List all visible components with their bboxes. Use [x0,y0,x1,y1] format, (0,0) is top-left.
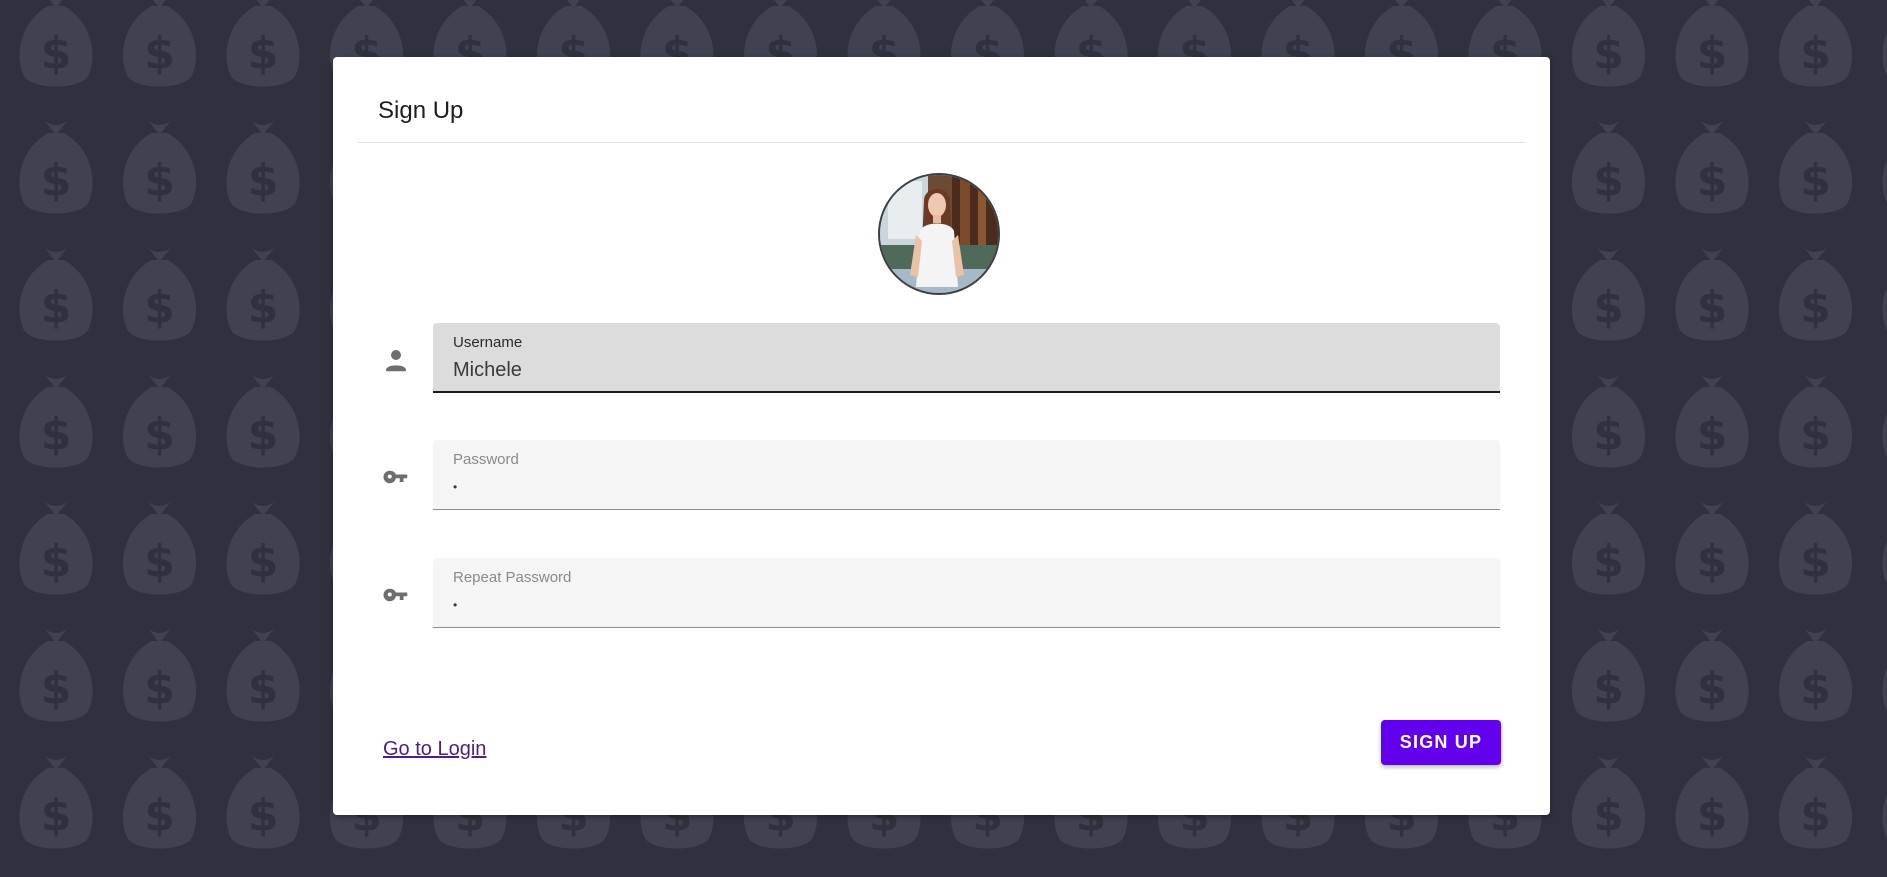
password-row: Password [333,440,1550,510]
repeat-password-label: Repeat Password [453,569,572,586]
repeat-password-input[interactable] [453,591,1473,619]
signup-button[interactable]: SIGN UP [1381,720,1501,765]
username-field[interactable]: Username [433,323,1500,393]
repeat-password-field[interactable]: Repeat Password [433,558,1500,628]
title-divider [358,142,1525,143]
profile-photo [880,175,998,293]
key-icon [383,588,408,602]
repeat-password-row: Repeat Password [333,558,1550,628]
person-icon [386,350,406,372]
password-label: Password [453,451,519,468]
key-icon [383,470,408,484]
page-title: Sign Up [378,97,464,124]
signup-card: Sign Up Username Michele Password • Repe… [333,57,1550,815]
go-to-login-link[interactable]: Go to Login [383,738,486,761]
password-field[interactable]: Password [433,440,1500,510]
username-label: Username [453,334,523,351]
username-row: Username [333,323,1550,393]
username-input[interactable] [453,356,1473,384]
password-input[interactable] [453,473,1473,501]
avatar[interactable] [878,173,1000,295]
